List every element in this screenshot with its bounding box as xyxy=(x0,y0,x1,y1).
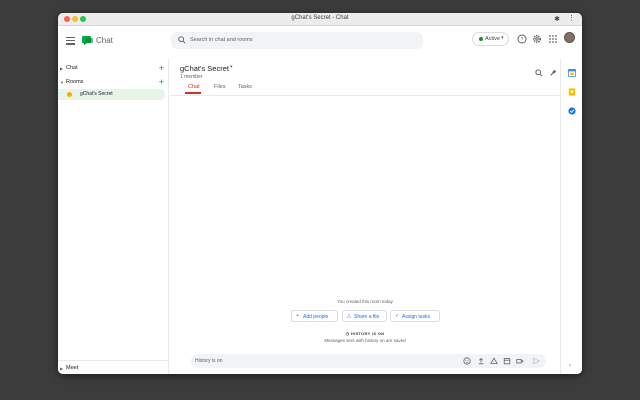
browser-window: gChat's Secret - Chat ✱ ⋮ Chat Search in… xyxy=(58,13,582,374)
drive-icon: △ xyxy=(347,313,351,319)
drive-icon[interactable] xyxy=(490,357,498,365)
search-bar[interactable]: Search in chat and rooms xyxy=(171,32,423,49)
button-label: Assign tasks xyxy=(402,314,431,320)
task-check-icon: ✓ xyxy=(395,313,400,319)
gear-icon[interactable] xyxy=(532,34,542,44)
chevron-down-icon: ▾ xyxy=(501,35,504,41)
add-people-button[interactable]: + Add people xyxy=(291,310,338,322)
chat-logo-icon xyxy=(82,36,93,45)
help-icon[interactable]: ? xyxy=(517,34,527,44)
pin-icon[interactable] xyxy=(549,69,557,77)
room-emoji-icon xyxy=(67,92,72,97)
keep-app-icon[interactable] xyxy=(568,88,576,96)
history-heading-text: HISTORY IS ON xyxy=(350,331,385,336)
share-file-button[interactable]: △ Share a file xyxy=(342,310,387,322)
sidebar-section-label: Rooms xyxy=(66,79,84,85)
message-composer[interactable] xyxy=(191,354,546,368)
sidebar-section-label: Meet xyxy=(66,365,79,371)
chevron-right-icon: ▶ xyxy=(60,66,64,71)
emoji-icon[interactable] xyxy=(463,357,471,365)
chevron-down-icon[interactable]: ▾ xyxy=(230,64,233,70)
add-chat-icon[interactable]: + xyxy=(159,63,164,73)
sidebar-section-rooms[interactable]: ▼ Rooms + xyxy=(58,77,168,89)
history-subtitle: Messages sent with history on are saved xyxy=(324,338,406,343)
more-vert-icon[interactable]: ⋮ xyxy=(568,14,575,22)
video-meet-icon[interactable] xyxy=(516,357,524,365)
status-selector[interactable]: Active ▾ xyxy=(472,32,509,46)
sidebar-item-label: gChat's Secret xyxy=(80,91,113,97)
sidebar-item-room[interactable]: gChat's Secret xyxy=(58,89,165,100)
add-room-icon[interactable]: + xyxy=(159,77,164,87)
active-tab-indicator xyxy=(185,92,201,94)
tasks-app-icon[interactable] xyxy=(568,107,576,115)
tab-chat[interactable]: Chat xyxy=(188,84,200,90)
tab-files[interactable]: Files xyxy=(214,84,226,90)
status-dot xyxy=(479,37,483,41)
calendar-invite-icon[interactable] xyxy=(503,357,511,365)
search-icon[interactable] xyxy=(178,36,186,44)
app-header: Chat Search in chat and rooms Active ▾ ? xyxy=(58,27,582,59)
tab-divider xyxy=(170,95,560,96)
app-name: Chat xyxy=(96,36,113,45)
search-icon[interactable] xyxy=(535,69,543,77)
apps-grid-icon[interactable] xyxy=(548,34,558,44)
chevron-right-icon: ▶ xyxy=(60,366,64,371)
right-side-panel: › xyxy=(560,59,582,374)
title-bar: gChat's Secret - Chat ✱ ⋮ xyxy=(58,13,582,26)
tab-tasks[interactable]: Tasks xyxy=(238,84,252,90)
window-title: gChat's Secret - Chat xyxy=(291,15,349,21)
avatar[interactable] xyxy=(564,32,575,43)
menu-icon[interactable] xyxy=(66,37,75,45)
room-member-count: 1 member xyxy=(180,74,203,80)
room-title[interactable]: gChat's Secret xyxy=(180,64,229,73)
chevron-right-icon[interactable]: › xyxy=(569,363,571,369)
message-input[interactable] xyxy=(195,356,445,366)
sidebar: ▶ Chat + ▼ Rooms + gChat's Secret ▶ Meet xyxy=(58,59,169,374)
assign-tasks-button[interactable]: ✓ Assign tasks xyxy=(390,310,440,322)
sidebar-section-chat[interactable]: ▶ Chat + xyxy=(58,63,168,75)
send-icon[interactable] xyxy=(532,357,540,365)
room-created-notice: You created this room today xyxy=(337,299,393,304)
add-icon: + xyxy=(296,313,299,319)
extension-puzzle-icon[interactable]: ✱ xyxy=(554,15,560,23)
status-label: Active xyxy=(485,36,500,42)
sidebar-section-meet[interactable]: ▶ Meet xyxy=(58,360,168,374)
room-main: gChat's Secret ▾ 1 member Chat Files Tas… xyxy=(170,59,560,374)
history-icon: ◷ xyxy=(345,331,350,336)
svg-text:?: ? xyxy=(521,37,524,43)
chevron-down-icon: ▼ xyxy=(60,80,64,85)
sidebar-section-label: Chat xyxy=(66,65,78,71)
search-input[interactable]: Search in chat and rooms xyxy=(190,37,253,43)
calendar-app-icon[interactable] xyxy=(568,69,576,77)
history-heading: ◷ HISTORY IS ON xyxy=(170,331,560,336)
upload-icon[interactable] xyxy=(477,357,485,365)
button-label: Share a file xyxy=(354,314,380,320)
button-label: Add people xyxy=(303,314,329,320)
